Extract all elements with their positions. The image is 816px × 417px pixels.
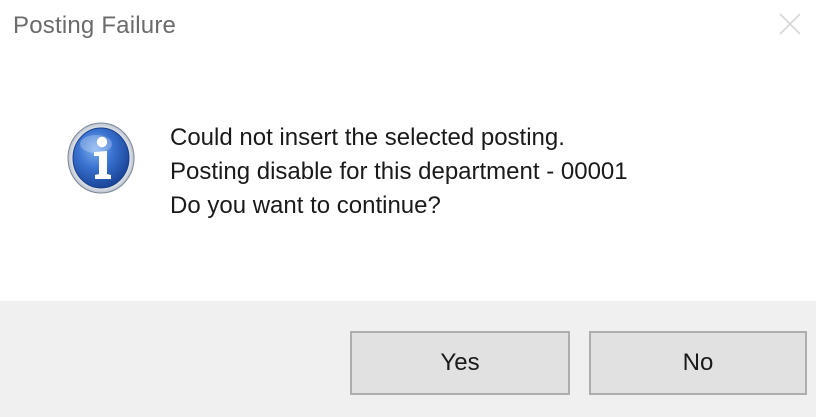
message-line: Do you want to continue? <box>170 192 441 219</box>
message-line: Could not insert the selected posting. <box>170 124 565 151</box>
yes-button[interactable]: Yes <box>350 331 570 395</box>
message-text: Could not insert the selected posting. P… <box>170 121 628 223</box>
title-bar: Posting Failure <box>0 0 816 56</box>
close-icon <box>779 13 801 35</box>
close-button[interactable] <box>772 6 808 42</box>
message-dialog: Posting Failure Could not insert the sel… <box>0 0 816 417</box>
button-bar: Yes No <box>0 301 816 417</box>
message-line: Posting disable for this department - 00… <box>170 158 628 185</box>
dialog-title: Posting Failure <box>13 12 177 39</box>
info-icon <box>67 122 135 194</box>
dialog-body: Could not insert the selected posting. P… <box>0 56 816 300</box>
no-button[interactable]: No <box>589 331 807 395</box>
